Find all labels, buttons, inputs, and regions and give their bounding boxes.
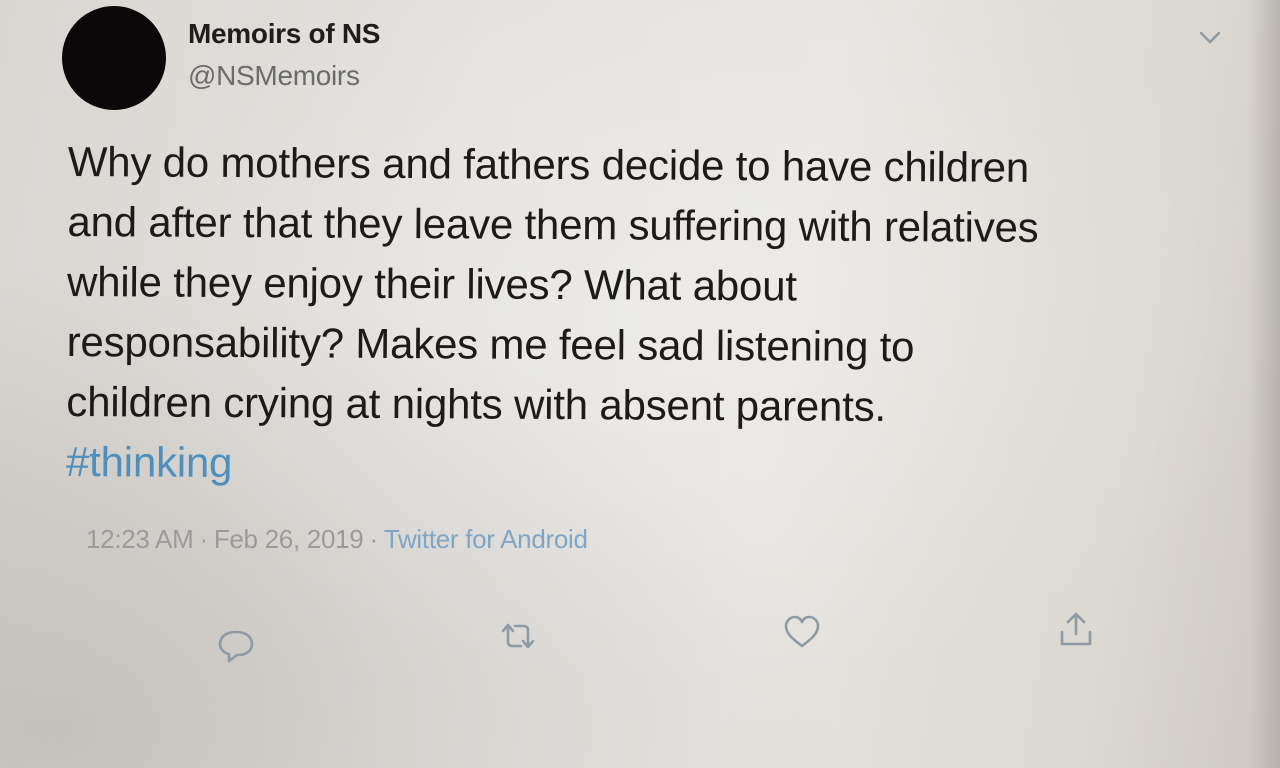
tweet-text: Why do mothers and fathers decide to hav… [66,132,1228,499]
share-icon[interactable] [1054,608,1098,652]
tweet-time[interactable]: 12:23 AM [86,524,194,554]
avatar[interactable] [62,6,166,110]
handle[interactable]: @NSMemoirs [188,60,360,92]
tweet-text-line: and after that they leave them suffering… [67,197,1039,251]
tweet-text-line: children crying at nights with absent pa… [66,377,887,431]
tweet-meta: 12:23 AM · Feb 26, 2019 · Twitter for Androi… [86,524,588,555]
chevron-down-icon[interactable] [1196,26,1224,48]
tweet-text-line: responsability? Makes me feel sad listen… [66,317,915,371]
meta-separator: · [199,524,208,554]
screen-edge [1248,0,1280,768]
heart-icon[interactable] [780,610,824,654]
retweet-icon[interactable] [496,614,540,658]
tweet-text-line: Why do mothers and fathers decide to hav… [67,137,1030,191]
tweet-text-line: while they enjoy their lives? What about [66,257,797,310]
tweet-source-link[interactable]: Twitter for Android [384,524,588,554]
meta-separator: · [369,524,378,554]
tweet-date[interactable]: Feb 26, 2019 [214,524,364,554]
reply-icon[interactable] [214,624,258,668]
display-name[interactable]: Memoirs of NS [188,18,380,50]
hashtag-link[interactable]: #thinking [66,432,1226,499]
